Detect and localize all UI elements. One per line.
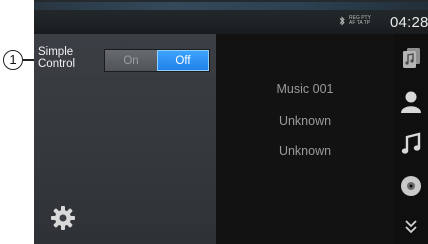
track-title: Music 001: [276, 82, 334, 96]
track-artist: Unknown: [278, 114, 332, 128]
simple-control-label: Simple Control: [38, 46, 98, 70]
status-bar: REG PTY AF TA TP 04:28AM: [34, 0, 428, 34]
callout-marker: 1: [3, 50, 23, 70]
settings-panel: Simple Control On Off: [34, 34, 216, 244]
music-note-icon[interactable]: [398, 131, 424, 157]
status-bar-glow: [34, 2, 428, 10]
tuner-badge-bottom: AF TA TP: [349, 20, 371, 26]
settings-gear-icon[interactable]: [50, 205, 76, 231]
bluetooth-icon: [339, 16, 345, 26]
tuner-badge: REG PTY AF TA TP: [349, 16, 371, 26]
toggle-on-button[interactable]: On: [105, 50, 157, 71]
clock: 04:28AM: [390, 14, 428, 31]
simple-control-label-line2: Control: [38, 58, 76, 70]
disc-icon[interactable]: [398, 173, 424, 199]
now-playing-area: Music 001 Unknown Unknown: [216, 34, 394, 244]
callout-number: 1: [9, 52, 17, 67]
artist-icon[interactable]: [398, 88, 424, 114]
status-icons: REG PTY AF TA TP: [339, 16, 371, 26]
folder-icon[interactable]: [398, 45, 424, 71]
simple-control-label-line1: Simple: [38, 46, 74, 58]
track-album: Unknown: [278, 144, 332, 158]
clock-time: 04:28: [390, 14, 428, 31]
simple-control-toggle: On Off: [104, 49, 210, 72]
head-unit-screen: REG PTY AF TA TP 04:28AM Simple Control …: [34, 0, 428, 244]
source-sidebar: [394, 34, 428, 244]
chevron-double-down-icon[interactable]: [398, 214, 424, 240]
toggle-off-button[interactable]: Off: [157, 50, 209, 71]
